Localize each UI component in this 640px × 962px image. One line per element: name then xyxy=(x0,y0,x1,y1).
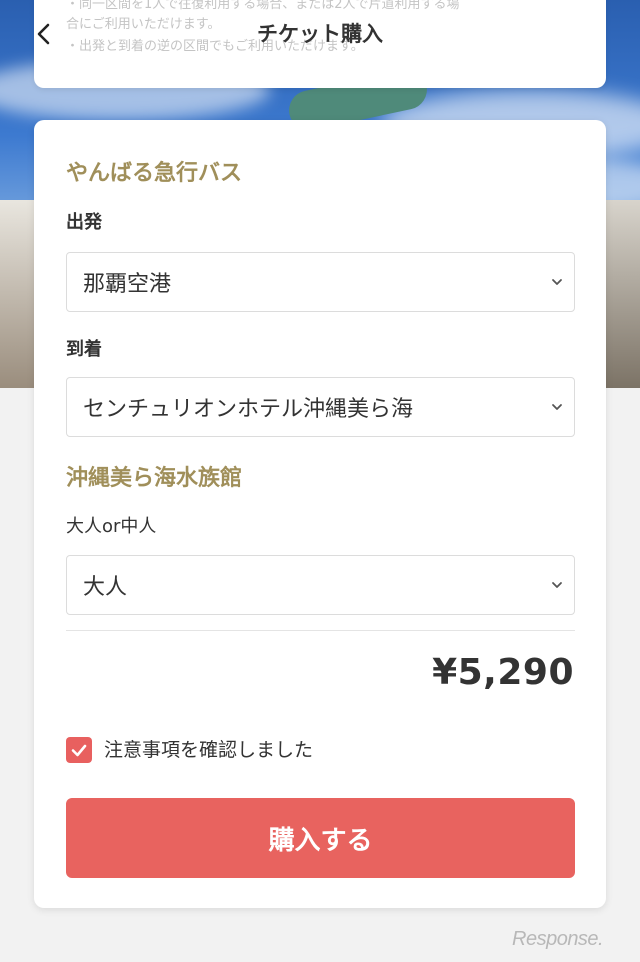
total-price: ¥5,290 xyxy=(432,652,574,693)
buy-button[interactable]: 購入する xyxy=(66,798,575,878)
departure-label: 出発 xyxy=(66,212,102,233)
response-watermark: Response. xyxy=(512,928,604,950)
route-title: やんばる急行バス xyxy=(66,161,243,186)
ticket-type-value: 大人 xyxy=(83,575,128,600)
attraction-title: 沖縄美ら海水族館 xyxy=(66,466,243,491)
confirm-label[interactable]: 注意事項を確認しました xyxy=(104,737,313,763)
page-title: チケット購入 xyxy=(257,22,383,46)
chevron-down-icon xyxy=(552,404,562,410)
building-decoration xyxy=(600,200,640,388)
chevron-down-icon xyxy=(552,279,562,285)
arrival-label: 到着 xyxy=(66,339,102,360)
notice-line: ・同一区間を1人で往復利用する場合、または2人で片道利用する場 xyxy=(66,0,460,12)
divider xyxy=(66,630,575,631)
arrival-value: センチュリオンホテル沖縄美ら海 xyxy=(83,397,414,422)
confirm-checkbox[interactable] xyxy=(66,737,92,763)
ticket-type-label: 大人or中人 xyxy=(66,516,157,537)
chevron-down-icon xyxy=(552,582,562,588)
departure-select[interactable]: 那覇空港 xyxy=(66,252,575,312)
arrival-select[interactable]: センチュリオンホテル沖縄美ら海 xyxy=(66,377,575,437)
ticket-type-select[interactable]: 大人 xyxy=(66,555,575,615)
checkmark-icon xyxy=(71,744,87,757)
departure-value: 那覇空港 xyxy=(83,272,172,297)
